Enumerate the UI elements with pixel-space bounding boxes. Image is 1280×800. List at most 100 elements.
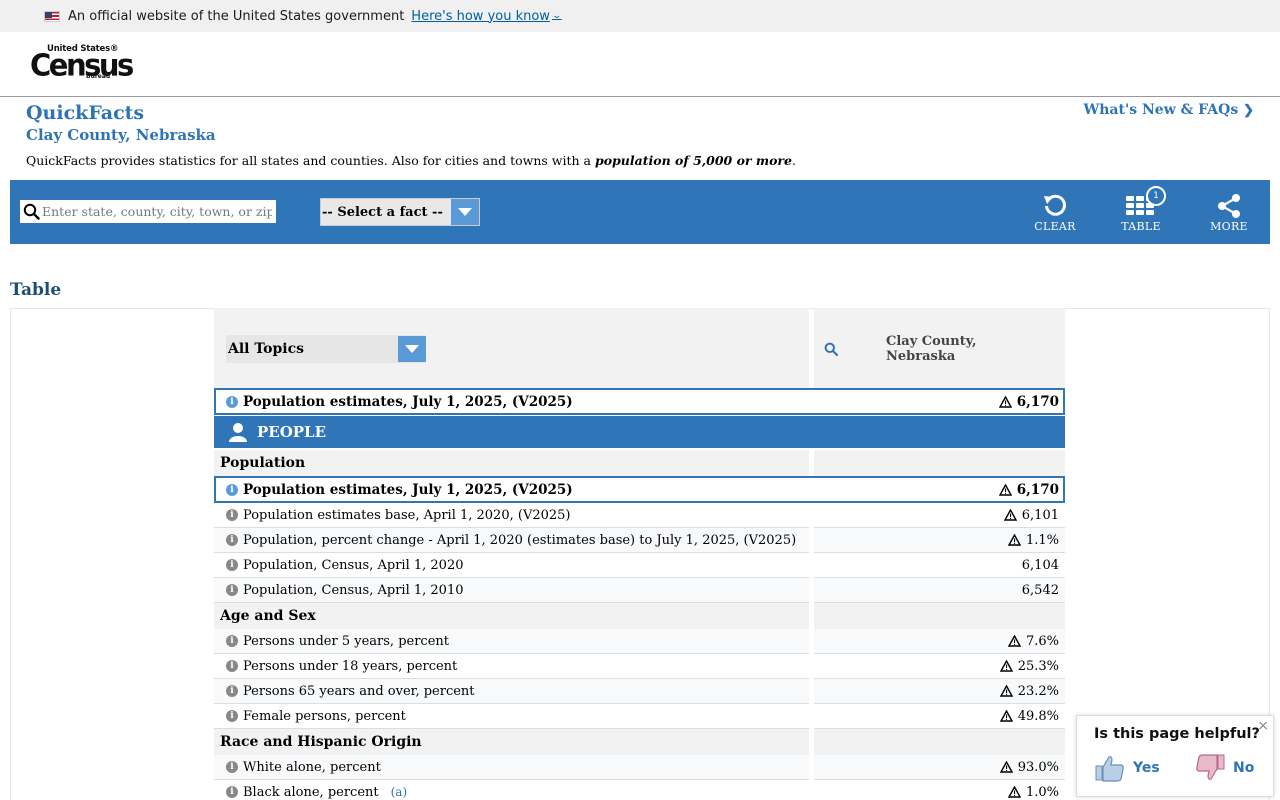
row-label: Population estimates, July 1, 2025, (V20… (243, 481, 573, 498)
table-row[interactable]: i Persons under 5 years, percent 7.6% (214, 629, 1065, 654)
column-header-line1: Clay County, (886, 334, 977, 349)
info-icon[interactable]: i (226, 685, 238, 697)
info-icon[interactable]: i (226, 761, 238, 773)
warning-icon[interactable] (999, 761, 1013, 773)
subsection-title: Race and Hispanic Origin (214, 729, 809, 755)
search-input[interactable] (42, 201, 272, 222)
row-value: 6,170 (1016, 481, 1059, 498)
site-header: United States® Census Bureau (0, 32, 1280, 97)
footnote-link[interactable]: (a) (391, 785, 408, 799)
info-icon[interactable]: i (226, 534, 238, 546)
row-value-cell: 6,170 (814, 478, 1063, 501)
table-row[interactable]: i Population, Census, April 1, 2010 6,542 (214, 578, 1065, 603)
row-label-cell: i Female persons, percent (214, 704, 809, 729)
feedback-widget: Is this page helpful? × Yes No (1076, 715, 1274, 797)
row-label: Population, Census, April 1, 2020 (243, 557, 464, 573)
table-row[interactable]: i Persons under 18 years, percent 25.3% (214, 654, 1065, 679)
description-suffix: . (791, 153, 796, 168)
row-value: 6,101 (1021, 507, 1059, 523)
warning-icon[interactable] (1007, 635, 1021, 647)
table-row[interactable]: i Population, Census, April 1, 2020 6,104 (214, 553, 1065, 578)
gov-banner: An official website of the United States… (0, 0, 1280, 32)
info-icon[interactable]: i (226, 395, 238, 408)
row-value-cell: 6,542 (814, 578, 1065, 603)
row-value: 49.8% (1017, 708, 1059, 724)
row-label: White alone, percent (243, 759, 381, 775)
warning-icon[interactable] (1007, 786, 1021, 798)
warning-icon[interactable] (999, 685, 1013, 697)
warning-icon[interactable] (998, 395, 1012, 408)
table-row[interactable]: i Female persons, percent 49.8% (214, 704, 1065, 729)
topics-select[interactable]: All Topics (226, 335, 426, 363)
table-row[interactable]: i Population estimates, July 1, 2025, (V2… (214, 476, 1065, 503)
warning-icon[interactable] (998, 483, 1012, 496)
row-label-cell: i Population estimates, July 1, 2025, (V… (216, 390, 809, 413)
row-value-cell: 1.1% (814, 528, 1065, 553)
heres-how-you-know-label[interactable]: Here's how you know (411, 9, 550, 24)
table-row[interactable]: i Population, percent change - April 1, 2… (214, 528, 1065, 553)
row-label: Black alone, percent (243, 784, 379, 800)
info-icon[interactable]: i (226, 584, 238, 596)
warning-icon[interactable] (999, 660, 1013, 672)
row-label-cell: i Persons 65 years and over, percent (214, 679, 809, 704)
table-row[interactable]: i Persons 65 years and over, percent 23.2% (214, 679, 1065, 704)
subsection-title: Age and Sex (214, 603, 809, 629)
info-icon[interactable]: i (226, 559, 238, 571)
row-value: 93.0% (1017, 759, 1059, 775)
info-icon[interactable]: i (226, 635, 238, 647)
info-icon[interactable]: i (226, 786, 238, 798)
row-label-cell: i White alone, percent (214, 755, 809, 780)
page-description: QuickFacts provides statistics for all s… (26, 153, 796, 168)
table-row-highlighted[interactable]: i Population estimates, July 1, 2025, (V… (214, 388, 1065, 415)
info-icon[interactable]: i (226, 710, 238, 722)
census-logo[interactable]: United States® Census Bureau (30, 44, 134, 84)
info-icon[interactable]: i (226, 483, 238, 496)
whats-new-link[interactable]: What's New & FAQs ❯ (1084, 102, 1254, 118)
row-value-cell: 7.6% (814, 629, 1065, 654)
warning-icon[interactable] (1007, 534, 1021, 546)
warning-icon[interactable] (999, 710, 1013, 722)
table-row[interactable]: i White alone, percent 93.0% (214, 755, 1065, 780)
info-icon[interactable]: i (226, 509, 238, 521)
warning-icon[interactable] (1003, 509, 1017, 521)
geography-column-header: Clay County, Nebraska (814, 308, 1065, 388)
more-button[interactable]: MORE (1199, 192, 1259, 236)
row-label-cell: i Black alone, percent (a) (214, 780, 809, 800)
row-label: Persons under 5 years, percent (243, 633, 449, 649)
info-icon[interactable]: i (226, 660, 238, 672)
search-icon[interactable] (824, 341, 839, 360)
table-row[interactable]: i Population estimates base, April 1, 202… (214, 503, 1065, 528)
table-subsection-header[interactable]: Population (214, 450, 1065, 476)
search-icon (20, 200, 42, 223)
page-title[interactable]: QuickFacts (26, 102, 144, 124)
row-value: 23.2% (1017, 683, 1059, 699)
table-row[interactable]: i Black alone, percent (a) 1.0% (214, 780, 1065, 800)
feedback-yes-button[interactable]: Yes (1095, 754, 1160, 782)
table-subsection-header[interactable]: Age and Sex (214, 603, 1065, 629)
close-icon[interactable]: × (1257, 718, 1269, 734)
table-subsection-header[interactable]: Race and Hispanic Origin (214, 729, 1065, 755)
feedback-yes-label: Yes (1133, 760, 1160, 776)
row-label-cell: i Population, Census, April 1, 2010 (214, 578, 809, 603)
table-button[interactable]: 1 TABLE (1111, 186, 1171, 236)
people-section-header[interactable]: PEOPLE (214, 416, 1065, 448)
topics-select-label: All Topics (228, 341, 305, 357)
row-value-cell: 23.2% (814, 679, 1065, 704)
row-label: Population, Census, April 1, 2010 (243, 582, 464, 598)
clear-button[interactable]: CLEAR (1025, 192, 1085, 236)
feedback-no-button[interactable]: No (1195, 754, 1254, 782)
row-label: Population estimates base, April 1, 2020… (243, 507, 571, 523)
facts-table: All Topics Clay County, Nebraska i Popul… (214, 308, 1065, 800)
chevron-down-icon: ⌄ (551, 11, 562, 21)
row-value: 6,170 (1016, 393, 1059, 410)
fact-select[interactable]: -- Select a fact -- (320, 198, 480, 226)
row-label: Population estimates, July 1, 2025, (V20… (243, 393, 573, 410)
heres-how-you-know-link[interactable]: Here's how you know ⌄ (411, 9, 562, 24)
chevron-right-icon: ❯ (1243, 103, 1254, 118)
dropdown-arrow-icon[interactable] (398, 336, 426, 362)
row-label: Population, percent change - April 1, 20… (243, 532, 797, 548)
dropdown-arrow-icon[interactable] (451, 199, 479, 225)
row-value-cell: 49.8% (814, 704, 1065, 729)
thumbs-up-icon (1095, 754, 1125, 782)
whats-new-label[interactable]: What's New & FAQs (1084, 102, 1239, 118)
